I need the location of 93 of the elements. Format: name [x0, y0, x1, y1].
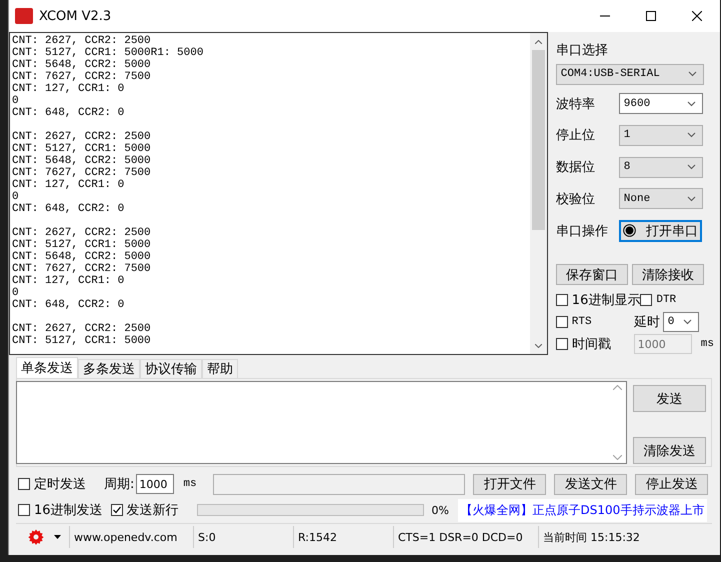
log-line: CNT: 5648, CCR2: 5000	[12, 155, 152, 167]
file-button[interactable]: 发送文件	[554, 474, 628, 494]
tab[interactable]: 单条发送	[16, 357, 78, 378]
log-line: CNT: 127, CCR1: 0	[12, 179, 126, 191]
log-line: CNT: 127, CCR1: 0	[12, 275, 126, 287]
log-line: CNT: 5127, CCR1: 5000	[12, 239, 152, 251]
record-icon	[622, 224, 636, 238]
option-label: 发送新行	[126, 502, 179, 519]
checkbox[interactable]	[110, 504, 123, 516]
current-time: 当前时间 15:15:32	[538, 526, 712, 548]
option-label: 时间戳	[572, 336, 611, 354]
operation-label: 串口操作	[556, 222, 609, 240]
log-line: 0	[12, 95, 20, 107]
log-line: CNT: 5648, CCR2: 5000	[12, 251, 152, 263]
checkbox[interactable]	[18, 504, 30, 516]
send-field[interactable]	[16, 381, 627, 464]
file-button[interactable]: 打开文件	[473, 474, 546, 494]
log-line: CNT: 5127, CCR1: 5000	[12, 335, 152, 347]
gear-icon[interactable]	[28, 529, 44, 545]
window-title: XCOM V2.3	[39, 8, 112, 24]
checkbox[interactable]	[556, 316, 568, 328]
log-line: CNT: 2627, CCR2: 2500	[12, 131, 152, 143]
maximize-icon[interactable]	[646, 11, 656, 21]
progress-reading: 0%	[432, 504, 450, 516]
tab[interactable]: 多条发送	[78, 359, 140, 378]
tab[interactable]: 协议传输	[140, 359, 202, 378]
chevron-down-icon	[686, 100, 696, 107]
checkbox[interactable]	[556, 294, 568, 306]
log-line: CNT: 5648, CCR2: 5000	[12, 59, 152, 71]
chevron-down-icon	[686, 132, 696, 138]
setting-dropdown[interactable]: None	[618, 188, 703, 210]
log-line: CNT: 648, CCR2: 0	[12, 203, 126, 215]
log-line: 0	[12, 287, 20, 299]
caret-icon[interactable]	[54, 535, 61, 539]
period-field[interactable]: 1000	[136, 474, 174, 494]
log-line: CNT: 5127, CCR1: 5000R1: 5000	[12, 47, 204, 59]
option-label: DTR	[656, 294, 676, 306]
scrollbar[interactable]	[530, 33, 547, 354]
chevron-down-icon	[686, 164, 696, 170]
log-line: CNT: 7627, CCR2: 7500	[12, 71, 152, 83]
tab[interactable]: 帮助	[202, 359, 238, 378]
log-line: CNT: 648, CCR2: 0	[12, 299, 126, 311]
delay-dropdown[interactable]: 0	[662, 312, 699, 332]
option-label: 16进制发送	[34, 502, 103, 519]
setting-label: 校验位	[556, 190, 596, 208]
port-label: 串口选择	[556, 42, 609, 59]
chevron-down-icon	[686, 196, 696, 202]
unit-label: ms	[700, 338, 714, 350]
receive-area[interactable]	[9, 32, 548, 355]
setting-dropdown[interactable]: 9600	[618, 93, 703, 114]
receive-button[interactable]: 清除接收	[632, 264, 704, 286]
setting-dropdown[interactable]: 8	[618, 156, 703, 178]
log-line: CNT: 2627, CCR2: 2500	[12, 323, 152, 335]
port-dropdown[interactable]: COM4:USB-SERIAL	[556, 64, 704, 85]
log-line: CNT: 2627, CCR2: 2500	[12, 35, 152, 47]
ad-link[interactable]: 【火爆全网】正点原子DS100手持示波器上市	[458, 498, 708, 522]
chevron-down-icon	[682, 319, 692, 326]
log-line: CNT: 5127, CCR1: 5000	[12, 143, 152, 155]
delay-label: 延时	[634, 314, 660, 332]
setting-dropdown[interactable]: 1	[618, 124, 703, 146]
send-button[interactable]: 发送	[633, 385, 706, 412]
option-label: 16进制显示	[572, 292, 640, 310]
open-port-button[interactable]: 打开串口	[618, 220, 702, 242]
close-icon[interactable]	[692, 11, 702, 21]
file-button[interactable]: 停止发送	[635, 474, 708, 494]
received-count: R:1542	[293, 526, 393, 548]
chevron-down-icon	[688, 71, 697, 78]
setting-label: 停止位	[556, 127, 596, 144]
checkbox[interactable]	[640, 294, 652, 306]
signal-status: CTS=1 DSR=0 DCD=0	[393, 526, 538, 548]
setting-label: 数据位	[556, 159, 596, 176]
scroll-up-icon[interactable]	[613, 385, 622, 390]
log-line: CNT: 7627, CCR2: 7500	[12, 167, 152, 179]
option-label: 定时发送	[34, 476, 86, 493]
sent-count: S:0	[193, 526, 293, 548]
period-label: 周期:	[104, 476, 134, 493]
log-line: CNT: 7627, CCR2: 7500	[12, 263, 152, 275]
website-text: www.openedv.com	[69, 526, 193, 548]
option-label: RTS	[572, 316, 592, 328]
log-line: CNT: 2627, CCR2: 2500	[12, 227, 152, 239]
checkbox[interactable]	[18, 478, 30, 490]
scroll-down-icon[interactable]	[534, 344, 542, 348]
receive-button[interactable]: 保存窗口	[556, 264, 628, 286]
scroll-up-icon[interactable]	[534, 40, 542, 44]
log-line: CNT: 127, CCR1: 0	[12, 83, 126, 95]
unit-label: ms	[183, 478, 198, 490]
log-line: CNT: 648, CCR2: 0	[12, 107, 126, 119]
setting-label: 波特率	[556, 96, 596, 113]
file-path-field[interactable]	[213, 474, 466, 494]
logo-icon	[15, 8, 33, 24]
scroll-down-icon[interactable]	[613, 455, 622, 460]
log-line: 0	[12, 191, 20, 203]
send-button[interactable]: 清除发送	[633, 437, 706, 464]
